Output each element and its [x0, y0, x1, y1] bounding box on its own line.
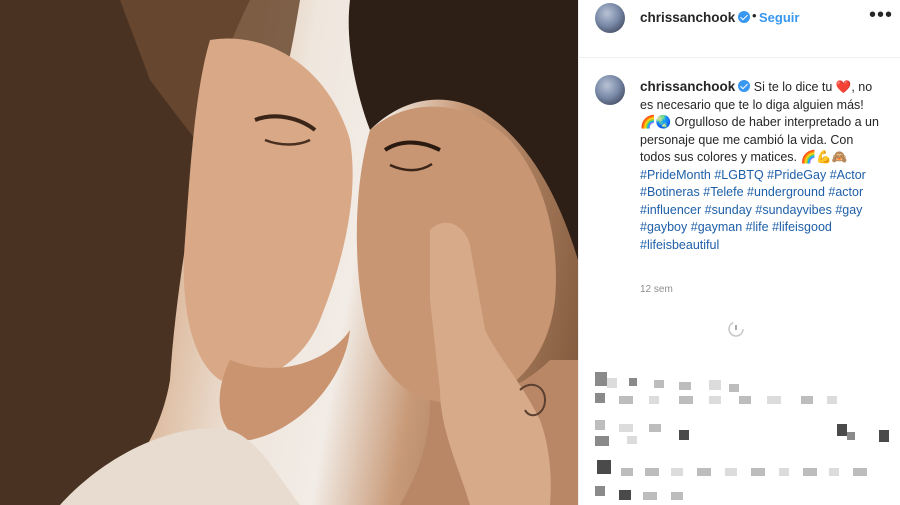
hashtag[interactable]: #Actor [830, 168, 866, 182]
post-photo[interactable] [0, 0, 578, 505]
rainbow-emoji: 🌈 [640, 115, 656, 129]
avatar[interactable] [595, 3, 625, 33]
post-header: chrissanchook • Seguir ••• [579, 0, 900, 36]
hashtag[interactable]: #gayboy [640, 220, 687, 234]
heart-emoji: ❤️ [835, 80, 852, 94]
username-text[interactable]: chrissanchook [640, 10, 735, 25]
follow-button[interactable]: Seguir [759, 10, 799, 25]
more-dots-icon[interactable]: ••• [869, 4, 893, 27]
hashtag[interactable]: #PrideMonth [640, 168, 711, 182]
hashtag[interactable]: #underground [747, 185, 825, 199]
hashtag[interactable]: #LGBTQ [714, 168, 763, 182]
caption-text-1: Si te lo dice tu [753, 80, 833, 94]
verified-badge-icon [738, 80, 751, 92]
separator-dot: • [752, 8, 757, 23]
header-username[interactable]: chrissanchook [640, 10, 751, 25]
muscle-emoji: 💪 [816, 150, 832, 164]
hashtag[interactable]: #gayman [691, 220, 742, 234]
rainbow-emoji: 🌈 [800, 150, 817, 164]
divider [579, 57, 900, 58]
globe-emoji: 🌏 [655, 115, 672, 129]
photo-illustration [0, 0, 578, 505]
monkey-emoji: 🙈 [831, 150, 848, 164]
hashtag[interactable]: #actor [828, 185, 863, 199]
hashtag[interactable]: #life [746, 220, 769, 234]
verified-badge-icon [738, 11, 751, 23]
hashtag[interactable]: #lifeisgood [772, 220, 832, 234]
hashtag[interactable]: #sunday [705, 203, 752, 217]
loading-spinner-icon [728, 321, 744, 337]
hashtag[interactable]: #gay [835, 203, 862, 217]
hashtag[interactable]: #sundayvibes [755, 203, 831, 217]
hashtag[interactable]: #influencer [640, 203, 701, 217]
hashtag[interactable]: #PrideGay [767, 168, 826, 182]
hashtag[interactable]: #lifeisbeautiful [640, 238, 719, 252]
post-side-panel: chrissanchook • Seguir ••• chrissanchook… [578, 0, 900, 505]
caption-username[interactable]: chrissanchook [640, 79, 735, 94]
caption-avatar[interactable] [595, 75, 625, 105]
caption: chrissanchook Si te lo dice tu ❤️, no es… [640, 78, 880, 254]
hashtag[interactable]: #Botineras [640, 185, 700, 199]
post-timestamp[interactable]: 12 sem [640, 284, 673, 295]
hashtag[interactable]: #Telefe [703, 185, 743, 199]
